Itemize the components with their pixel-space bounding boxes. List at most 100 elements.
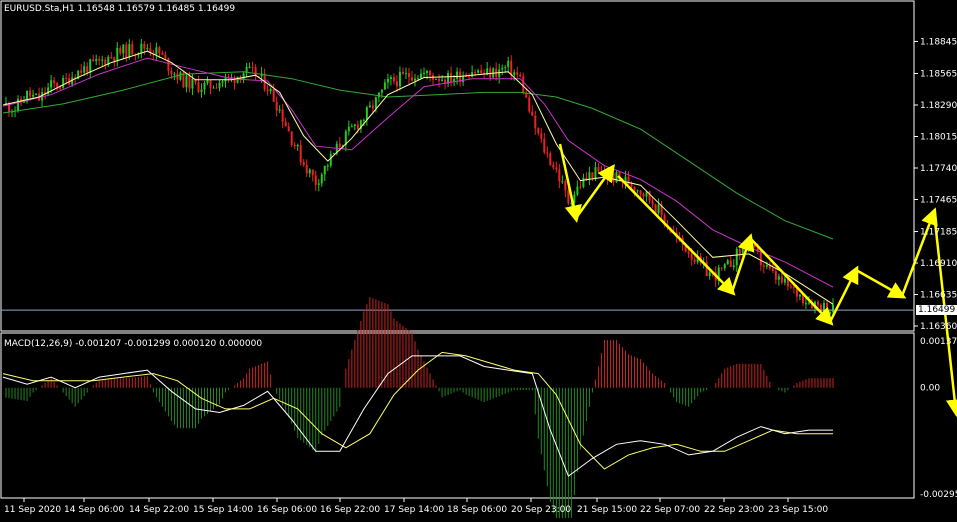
candle-body	[816, 301, 819, 305]
candle-body	[122, 44, 125, 54]
annotation-arrow	[730, 233, 755, 293]
candle-body	[407, 73, 410, 78]
macd-title: MACD(12,26,9) -0.001207 -0.001299 0.0001…	[4, 339, 263, 349]
candle-body	[62, 77, 65, 88]
candle-body	[726, 260, 729, 265]
candle-body	[347, 126, 350, 132]
candle-body	[215, 87, 218, 89]
candle-body	[119, 47, 122, 54]
candle-body	[278, 109, 281, 111]
price-tick-label: 1.17465	[920, 195, 957, 205]
candle-body	[552, 164, 555, 168]
candle-body	[543, 138, 546, 153]
candle-body	[104, 59, 107, 65]
price-tick-label: 1.16360	[920, 322, 957, 332]
time-tick-label: 21 Sep 15:00	[577, 505, 637, 515]
ma-slow-line	[2, 71, 834, 240]
candle-body	[203, 83, 206, 90]
current-price-tag: 1.16499	[916, 305, 957, 316]
time-tick-label: 22 Sep 07:00	[640, 505, 700, 515]
candle-body	[612, 173, 615, 183]
candle-body	[308, 169, 311, 174]
candle-body	[209, 80, 212, 88]
candle-body	[413, 78, 416, 81]
candle-body	[765, 265, 768, 267]
macd-tick-label: -0.002951	[920, 490, 957, 500]
candle-body	[176, 73, 179, 80]
candle-body	[417, 78, 419, 80]
candle-body	[546, 152, 549, 154]
candle-body	[651, 200, 654, 205]
annotation-arrow	[855, 268, 907, 299]
candle-body	[519, 74, 522, 77]
candle-body	[383, 82, 386, 90]
candle-body	[723, 264, 726, 269]
candle-body	[275, 101, 278, 111]
annotation-arrow	[749, 237, 834, 326]
candle-body	[600, 171, 603, 173]
candle-body	[377, 92, 380, 98]
candle-body	[594, 167, 597, 179]
candle-body	[567, 190, 570, 204]
candle-body	[420, 73, 423, 79]
candle-body	[708, 272, 711, 277]
candle-body	[807, 302, 810, 304]
candle-body	[365, 107, 368, 120]
candle-body	[576, 186, 579, 195]
candle-body	[789, 286, 792, 288]
candle-body	[206, 80, 209, 84]
candle-body	[170, 70, 173, 74]
candle-body	[480, 70, 483, 73]
candle-body	[167, 58, 170, 71]
candle-body	[59, 87, 62, 89]
candle-body	[329, 154, 332, 166]
candle-body	[32, 94, 35, 97]
candle-body	[281, 109, 284, 122]
candle-body	[777, 276, 780, 280]
candle-body	[639, 190, 642, 194]
price-tick-label: 1.17740	[920, 164, 957, 174]
price-tick-label: 1.17185	[920, 228, 957, 238]
candle-body	[161, 53, 164, 55]
candle-body	[582, 177, 585, 187]
candle-body	[735, 248, 738, 266]
price-tick-label: 1.18015	[920, 132, 957, 142]
time-tick-label: 23 Sep 15:00	[768, 505, 828, 515]
candle-body	[158, 47, 161, 54]
candle-body	[832, 304, 834, 313]
candle-body	[642, 193, 645, 197]
candle-body	[450, 73, 453, 83]
candle-body	[368, 105, 371, 108]
candle-body	[741, 247, 744, 255]
candle-body	[690, 253, 693, 260]
candle-body	[140, 43, 143, 53]
annotation-arrow	[900, 207, 938, 297]
candle-body	[155, 47, 158, 55]
candle-body	[299, 144, 302, 163]
candle-body	[218, 82, 221, 88]
candle-body	[83, 66, 86, 73]
candle-body	[248, 66, 251, 68]
time-tick-label: 16 Sep 06:00	[257, 505, 317, 515]
candle-body	[591, 172, 594, 179]
price-tick-label: 1.18565	[920, 70, 957, 80]
candle-body	[561, 181, 564, 183]
candle-body	[371, 105, 374, 109]
time-tick-label: 14 Sep 06:00	[64, 505, 124, 515]
candle-body	[251, 66, 254, 68]
candle-body	[825, 302, 828, 315]
candle-body	[242, 73, 245, 80]
candle-body	[423, 72, 426, 74]
candle-body	[188, 75, 191, 89]
candle-body	[197, 82, 200, 93]
candle-body	[429, 70, 432, 76]
candle-body	[233, 76, 236, 83]
candle-body	[272, 88, 275, 102]
candle-body	[507, 60, 510, 68]
candle-body	[185, 75, 188, 88]
candle-body	[92, 59, 95, 62]
time-tick-label: 18 Sep 06:00	[447, 505, 507, 515]
candle-body	[302, 162, 305, 165]
candle-body	[774, 271, 777, 280]
candle-body	[549, 153, 552, 165]
